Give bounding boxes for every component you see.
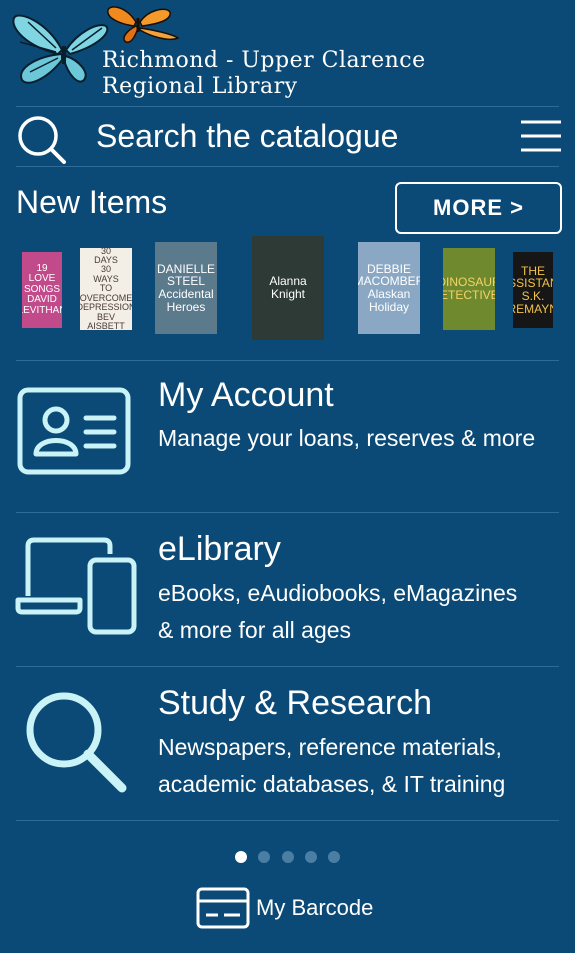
book-cover-text: Holiday bbox=[368, 299, 410, 314]
page-dot[interactable] bbox=[305, 851, 317, 863]
study-research-title: Study & Research bbox=[158, 684, 433, 722]
devices-icon bbox=[15, 537, 137, 635]
study-research-row[interactable]: Study & Research Newspapers, reference m… bbox=[0, 668, 575, 818]
elibrary-row[interactable]: eLibrary eBooks, eAudiobooks, eMagazines… bbox=[0, 514, 575, 664]
magnifier-icon bbox=[26, 692, 127, 793]
book-cover-text: Alanna Knight bbox=[269, 274, 307, 301]
barcode-card-icon bbox=[196, 887, 250, 929]
book-cover-text: BEV AISBETT bbox=[87, 311, 125, 330]
page-dot[interactable] bbox=[235, 851, 247, 863]
book-cover-text: Alaskan bbox=[367, 287, 411, 301]
my-barcode-label: My Barcode bbox=[256, 895, 374, 920]
hamburger-menu-icon[interactable] bbox=[519, 118, 563, 154]
subtitle-line: & more for all ages bbox=[158, 617, 352, 643]
my-account-title: My Account bbox=[158, 376, 334, 414]
search-icon[interactable] bbox=[16, 114, 68, 166]
my-barcode-button[interactable]: My Barcode bbox=[196, 885, 373, 931]
search-input[interactable] bbox=[96, 116, 408, 156]
library-name: Richmond - Upper Clarence Regional Libra… bbox=[102, 48, 426, 100]
elibrary-title: eLibrary bbox=[158, 530, 281, 568]
search-bar bbox=[0, 106, 575, 166]
my-account-subtitle: Manage your loans, reserves & more bbox=[158, 420, 568, 457]
book-cover-text: Accidental bbox=[158, 287, 214, 301]
section-divider bbox=[16, 512, 559, 513]
book-cover-text: DETECTIVES bbox=[443, 288, 495, 302]
page-indicator bbox=[0, 850, 575, 864]
subtitle-line: eBooks, eAudiobooks, eMagazines bbox=[158, 580, 518, 606]
book-cover[interactable]: DANIELLE STEEL Accidental Heroes bbox=[155, 242, 217, 334]
subtitle-line: Newspapers, reference materials, bbox=[158, 734, 502, 760]
subtitle-line: Manage your loans, reserves & more bbox=[158, 425, 536, 451]
book-cover[interactable]: 30DAYS30WAYSTO OVERCOMEDEPRESSIONBEV AIS… bbox=[80, 248, 132, 330]
book-cover-text: S.K. TREMAYNE bbox=[513, 289, 553, 316]
new-items-carousel: 19LOVESONGSDAVIDLEVITHAN 30DAYS30WAYSTO … bbox=[0, 236, 575, 346]
section-divider bbox=[16, 820, 559, 821]
id-card-icon bbox=[17, 387, 131, 475]
elibrary-subtitle: eBooks, eAudiobooks, eMagazines & more f… bbox=[158, 575, 568, 649]
subtitle-line: academic databases, & IT training bbox=[158, 771, 506, 797]
book-cover[interactable]: 19LOVESONGSDAVIDLEVITHAN bbox=[22, 252, 62, 328]
study-research-subtitle: Newspapers, reference materials, academi… bbox=[158, 729, 568, 803]
library-name-line1: Richmond - Upper Clarence bbox=[102, 48, 426, 73]
book-cover-text: Heroes bbox=[166, 299, 206, 314]
library-header: Richmond - Upper Clarence Regional Libra… bbox=[0, 0, 575, 105]
book-cover[interactable]: DINOSAURDETECTIVES bbox=[443, 248, 495, 330]
section-divider bbox=[16, 666, 559, 667]
book-cover-text: LEVITHAN bbox=[22, 304, 62, 316]
page-dot[interactable] bbox=[328, 851, 340, 863]
more-button[interactable]: MORE > bbox=[395, 182, 562, 234]
search-divider bbox=[16, 166, 559, 167]
section-divider bbox=[16, 360, 559, 361]
library-name-line2: Regional Library bbox=[102, 74, 298, 99]
new-items-heading: New Items bbox=[16, 184, 168, 220]
my-account-row[interactable]: My Account Manage your loans, reserves &… bbox=[0, 362, 575, 510]
page-dot[interactable] bbox=[258, 851, 270, 863]
page-dot[interactable] bbox=[282, 851, 294, 863]
book-cover[interactable]: Alanna Knight bbox=[252, 236, 324, 340]
book-cover-text: TO OVERCOME bbox=[80, 283, 132, 303]
book-cover[interactable]: THEASSISTANTS.K. TREMAYNE bbox=[513, 252, 553, 328]
book-cover[interactable]: DEBBIEMACOMBERAlaskanHoliday bbox=[358, 242, 420, 334]
